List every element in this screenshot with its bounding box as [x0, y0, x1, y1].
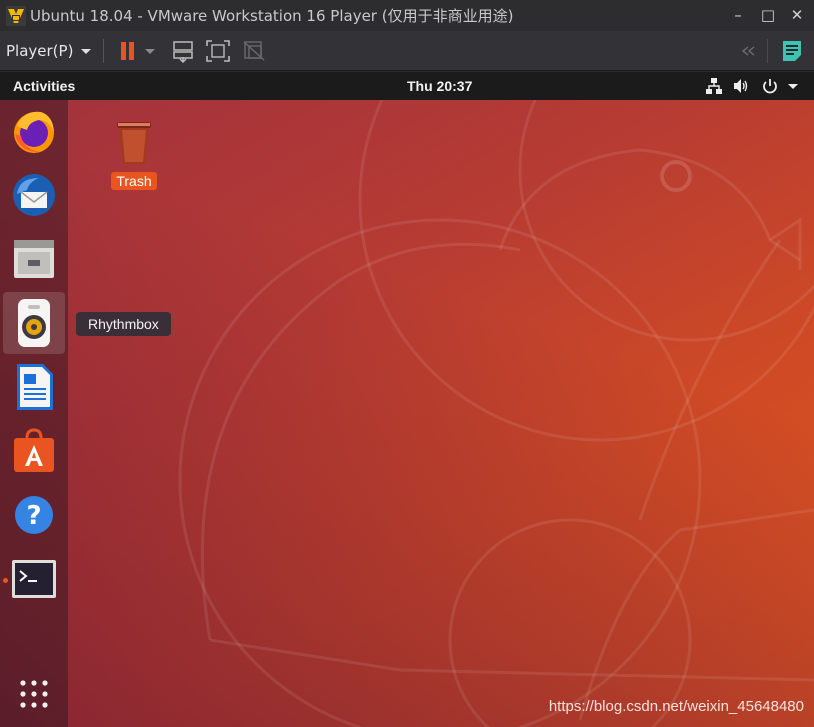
network-icon[interactable] — [705, 77, 723, 95]
minimize-button[interactable]: – — [725, 4, 751, 26]
desktop-background — [0, 100, 814, 727]
close-button[interactable]: ✕ — [784, 4, 810, 26]
dock-tooltip: Rhythmbox — [76, 312, 171, 336]
dock-item-rhythmbox[interactable] — [3, 292, 65, 354]
trash-label: Trash — [111, 172, 157, 190]
dock-item-writer[interactable] — [3, 356, 65, 418]
clock[interactable]: Thu 20:37 — [407, 78, 472, 94]
dock-item-files[interactable] — [3, 228, 65, 290]
back-arrows-icon[interactable] — [736, 39, 762, 63]
pause-icon[interactable] — [116, 39, 142, 63]
maximize-icon: □ — [760, 6, 776, 24]
rhythmbox-icon — [18, 299, 50, 347]
wallpaper-pattern — [178, 100, 814, 727]
dock-item-firefox[interactable] — [3, 100, 65, 162]
top-panel: Activities Thu 20:37 — [0, 72, 814, 100]
firefox-icon — [14, 111, 54, 153]
help-icon: ? — [15, 496, 53, 534]
vmware-logo-icon — [6, 5, 26, 26]
ubuntu-software-icon — [14, 428, 54, 472]
fullscreen-icon[interactable] — [205, 39, 231, 63]
toolbar-divider — [103, 39, 104, 63]
trash-icon — [117, 122, 151, 164]
svg-text:?: ? — [26, 501, 41, 531]
dock-item-thunderbird[interactable] — [3, 164, 65, 226]
watermark-text: https://blog.csdn.net/weixin_45648480 — [548, 698, 804, 715]
chevron-down-icon — [81, 48, 92, 54]
dock: ? — [0, 100, 68, 727]
power-icon[interactable] — [761, 77, 779, 95]
player-menu-button[interactable]: Player(P) — [6, 39, 92, 63]
trash-desktop-icon[interactable]: Trash — [104, 118, 164, 190]
dock-item-help[interactable]: ? — [3, 484, 65, 546]
vmware-toolbar: Player(P) — [0, 31, 814, 71]
tray-menu-caret-icon[interactable] — [787, 77, 799, 95]
activities-button[interactable]: Activities — [13, 78, 75, 94]
running-indicator — [3, 578, 8, 583]
show-applications-icon[interactable] — [18, 678, 50, 710]
pause-menu-caret-icon[interactable] — [143, 39, 157, 63]
window-title: Ubuntu 18.04 - VMware Workstation 16 Pla… — [30, 7, 514, 25]
send-ctrl-alt-del-icon[interactable] — [170, 39, 196, 63]
unity-icon[interactable] — [241, 39, 267, 63]
minimize-icon: – — [734, 6, 742, 24]
volume-icon[interactable] — [732, 77, 750, 95]
close-icon: ✕ — [790, 6, 804, 24]
libreoffice-writer-icon — [17, 364, 53, 410]
toolbar-divider — [767, 39, 768, 63]
maximize-button[interactable]: □ — [755, 4, 781, 26]
terminal-icon — [12, 560, 56, 598]
dock-item-terminal[interactable] — [3, 548, 65, 610]
message-log-icon[interactable] — [780, 39, 806, 63]
thunderbird-icon — [13, 174, 55, 216]
files-icon — [14, 240, 54, 278]
dock-item-software[interactable] — [3, 420, 65, 482]
player-menu-label: Player(P) — [6, 42, 74, 60]
window-titlebar: Ubuntu 18.04 - VMware Workstation 16 Pla… — [0, 0, 814, 31]
